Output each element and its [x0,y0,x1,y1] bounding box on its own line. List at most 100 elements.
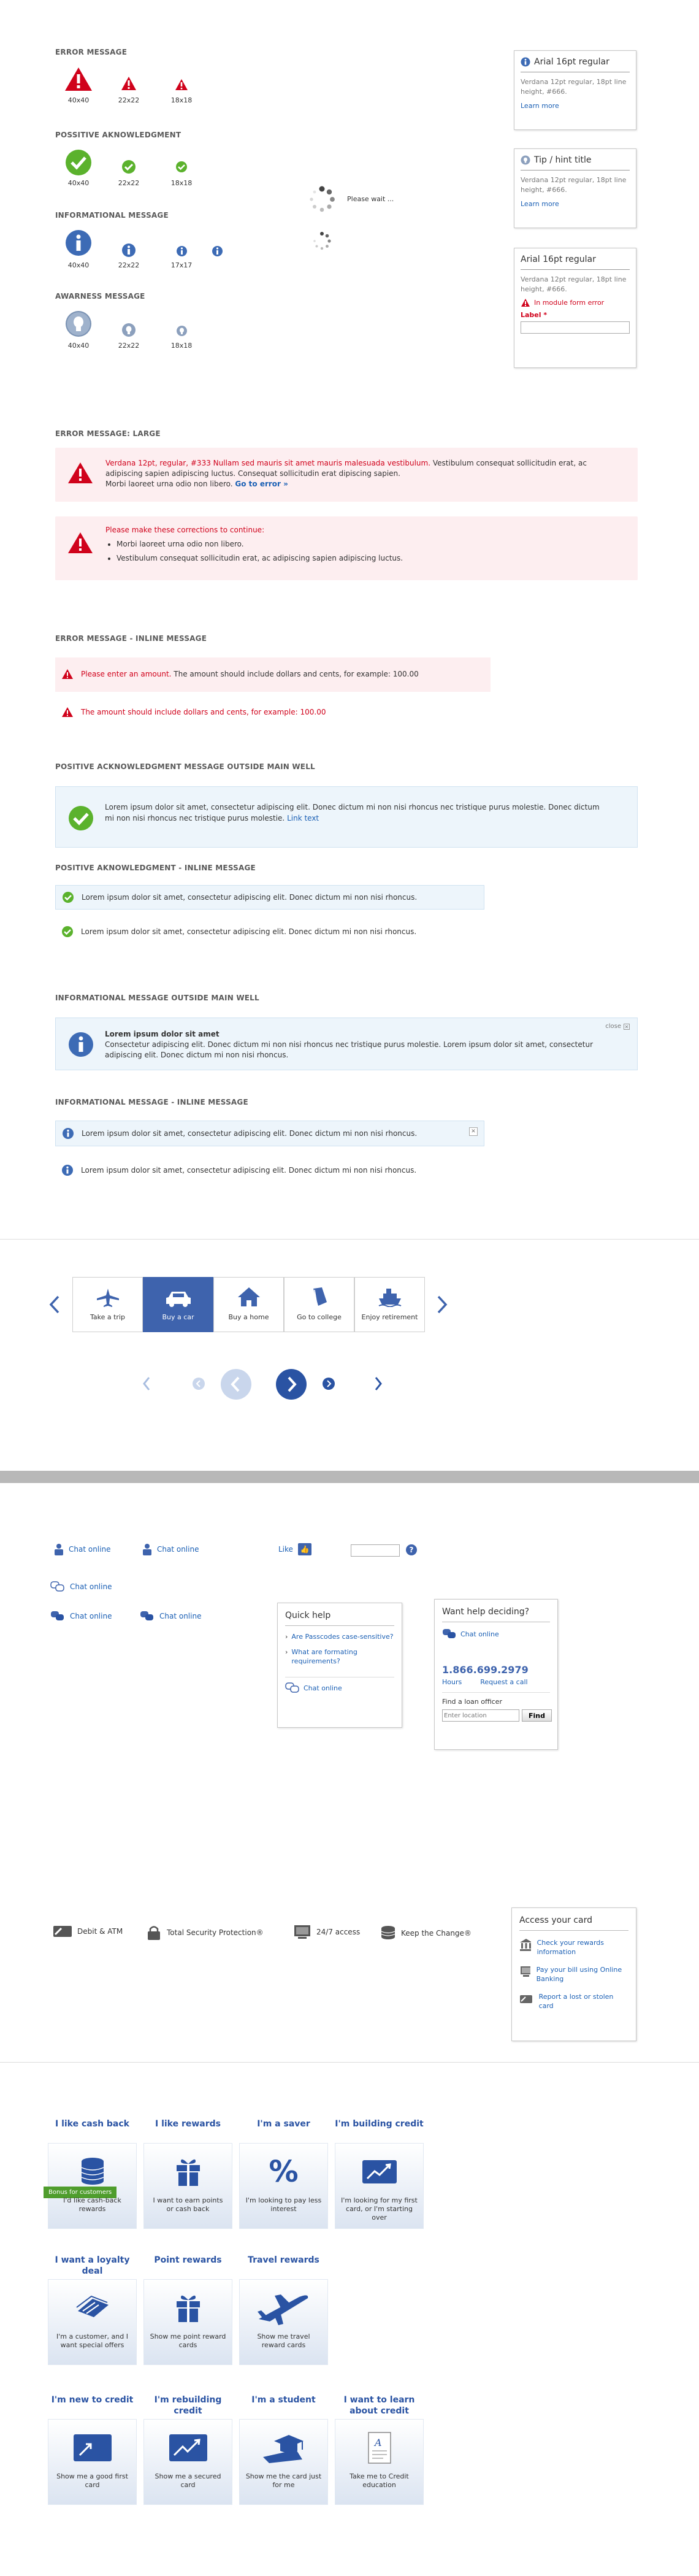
module-error-text: In module form error [534,299,605,307]
chat-online-link[interactable]: Chat online [142,1543,199,1555]
tile-point-rewards[interactable]: Point rewards Show me point reward cards [143,2255,232,2365]
error-icon [62,707,73,717]
tile-title: Point rewards [154,2255,222,2265]
tile-loyalty[interactable]: I want a loyalty deal I'm a customer, an… [48,2255,137,2365]
learn-more-link[interactable]: Learn more [521,102,630,110]
gift-icon [176,2159,200,2186]
tile-cash-back[interactable]: I like cash back Bonus for customers I'd… [44,2118,137,2229]
computer-icon [521,1966,530,1977]
learn-more-link[interactable]: Learn more [521,200,630,208]
tile-saver[interactable]: I'm a saver % I'm looking to pay less in… [239,2118,328,2229]
go-to-error-link[interactable]: Go to error » [235,480,288,488]
chat-online-link[interactable]: Chat online [442,1628,550,1639]
chat-online-link[interactable]: Chat online [54,1543,110,1555]
tab-buy-a-home[interactable]: Buy a home [213,1277,284,1332]
pagination-dot[interactable] [193,1378,205,1390]
access-item[interactable]: Pay your bill using Online Banking [519,1965,628,1984]
error-text-line3: Morbi laoreet urna odio non libero. [105,480,235,488]
pagination-next-button[interactable] [276,1369,307,1400]
tile-desc: I want to earn points or cash back [153,2196,223,2213]
chat-label: Chat online [70,1582,112,1591]
tile-title: I want to learn about credit [343,2395,415,2416]
chat-bubbles-icon [51,1611,64,1620]
like-count-box [351,1544,400,1557]
pagination-prev-button[interactable] [221,1369,251,1400]
tab-buy-a-car[interactable]: Buy a car [143,1277,213,1332]
chat-label: Chat online [159,1612,202,1620]
error-large-title: ERROR MESSAGE: LARGE [55,429,161,438]
positive-inline-text: Lorem ipsum dolor sit amet, consectetur … [81,927,417,936]
info-message-title: INFORMATIONAL MESSAGE [55,211,169,220]
want-help-title: Want help deciding? [442,1607,550,1622]
tab-enjoy-retirement[interactable]: Enjoy retirement [354,1277,425,1332]
tile-new-to-credit[interactable]: I'm new to credit Show me a good first c… [48,2394,137,2505]
loader-label: Please wait ... [347,195,394,203]
feature-label: 24/7 access [316,1928,361,1936]
quick-help-link[interactable]: › What are formating requirements? [285,1647,394,1666]
tile-rewards[interactable]: I like rewards I want to earn points or … [143,2118,232,2229]
positive-link[interactable]: Link text [287,814,319,822]
close-icon[interactable]: ✕ [469,1127,478,1136]
chevron-right-icon [288,1376,297,1392]
chevron-left-icon[interactable] [49,1295,60,1314]
positive-inline-row: Lorem ipsum dolor sit amet, consectetur … [55,922,422,941]
info-outside-title: INFORMATIONAL MESSAGE OUTSIDE MAIN WELL [55,994,259,1002]
access-item[interactable]: Report a lost or stolen card [519,1992,628,2011]
close-button[interactable]: close ✕ [605,1023,630,1030]
like-label: Like [278,1545,293,1554]
tile-title: I'm a student [251,2395,316,2405]
chat-bubbles-outline-icon [50,1581,64,1592]
tile-travel-rewards[interactable]: Travel rewards Show me travel reward car… [239,2255,328,2365]
credit-card-arrow-icon [73,2434,112,2461]
location-input[interactable] [442,1709,519,1722]
hours-link[interactable]: Hours [442,1678,462,1686]
chevron-right-icon [327,1380,332,1387]
size-label: 40x40 [67,96,90,104]
corrections-title: Please make these corrections to continu… [105,526,265,534]
pagination-dot[interactable] [323,1378,335,1390]
positive-inline-row: Lorem ipsum dolor sit amet, consectetur … [55,885,484,910]
tile-rebuilding-credit[interactable]: I'm rebuilding credit Show me a secured … [143,2394,232,2505]
close-icon[interactable]: ✕ [624,1023,630,1030]
tile-learn-credit[interactable]: I want to learn about credit A Take me t… [335,2394,424,2505]
tab-label: Go to college [297,1313,342,1321]
card-title: Tip / hint title [534,155,592,165]
tab-go-to-college[interactable]: Go to college [284,1277,354,1332]
house-icon [237,1287,260,1306]
like-button[interactable]: Like 👍 [278,1543,311,1555]
chat-online-link[interactable]: Chat online [285,1677,394,1693]
size-label: 18x18 [170,342,193,350]
quick-help-link[interactable]: › Are Passcodes case-sensitive? [285,1632,394,1641]
tile-student[interactable]: I'm a student Show me the card just for … [239,2394,328,2505]
error-icon [68,462,93,483]
airplane-icon [96,1289,119,1307]
chat-bubbles-outline-icon [285,1682,299,1693]
tab-take-a-trip[interactable]: Take a trip [72,1277,143,1332]
inline-error-text: The amount should include dollars and ce… [81,708,326,716]
card-title: Arial 16pt regular [521,255,596,264]
find-button[interactable]: Find [522,1709,552,1722]
access-item[interactable]: Check your rewards information [519,1938,628,1957]
card-icon [520,1995,532,2003]
help-icon[interactable]: ? [406,1544,417,1555]
chevron-right-icon[interactable] [374,1376,383,1391]
chat-online-link[interactable]: Chat online [50,1581,112,1592]
chat-online-link[interactable]: Chat online [140,1611,201,1622]
info-icon [62,1165,73,1176]
info-card: Arial 16pt regular Verdana 12pt regular,… [514,50,636,130]
checkmark-icon [69,806,93,830]
request-call-link[interactable]: Request a call [480,1678,527,1686]
error-text-red: Verdana 12pt, regular, #333 Nullam sed m… [105,459,431,467]
tile-title: I like rewards [155,2119,221,2129]
tile-building-credit[interactable]: I'm building credit I'm looking for my f… [335,2118,424,2229]
chat-bubbles-icon [140,1611,153,1620]
positive-inline-text: Lorem ipsum dolor sit amet, consectetur … [82,893,418,902]
checkmark-icon [62,926,73,937]
coins-icon [381,1926,395,1939]
chat-online-link[interactable]: Chat online [50,1611,112,1622]
quick-help-panel: Quick help › Are Passcodes case-sensitive… [277,1603,402,1728]
chevron-right-icon[interactable] [437,1295,448,1314]
module-input[interactable] [521,321,630,334]
chevron-left-icon[interactable] [142,1376,151,1391]
feature-label: Total Security Protection® [167,1928,264,1937]
